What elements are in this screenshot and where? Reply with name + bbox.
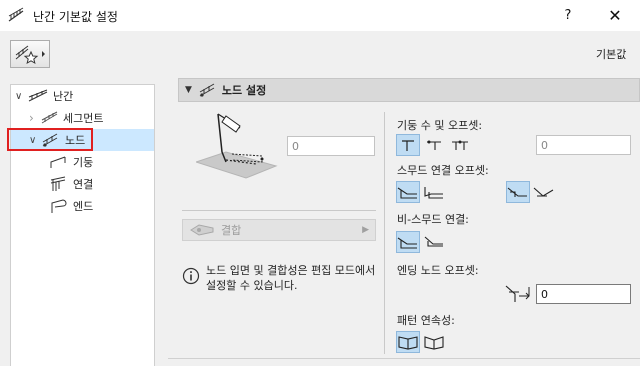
post-single-icon xyxy=(402,140,414,151)
pattern-continuity-label: 패턴 연속성: xyxy=(397,314,455,327)
tree-item-post[interactable]: 기둥 xyxy=(11,151,154,173)
pattern-continuous-icon xyxy=(398,336,418,350)
stair-slope-alt-icon xyxy=(533,187,554,197)
settings-tree: ∨ 난간 › 세그먼트 ∨ 노드 기둥 연결 엔드 xyxy=(10,84,155,366)
end-node-offset-icon xyxy=(505,285,530,302)
dropdown-arrow-icon: ▶ xyxy=(362,225,369,235)
tree-item-label: 기둥 xyxy=(73,156,94,169)
panel-header[interactable]: ▼ 노드 설정 xyxy=(178,78,640,102)
node-preview-diagram xyxy=(196,113,278,179)
post-icon xyxy=(50,156,66,168)
divider xyxy=(182,210,376,211)
tree-item-segment[interactable]: › 세그먼트 xyxy=(11,107,154,129)
end-node-offset-field[interactable]: 0 xyxy=(536,284,631,304)
tree-item-label: 연결 xyxy=(73,178,94,191)
column-divider xyxy=(384,112,385,354)
smooth-offset-option-1[interactable] xyxy=(396,181,420,203)
pattern-continuity-option-1[interactable] xyxy=(396,331,420,353)
expand-chevron-icon[interactable]: ∨ xyxy=(15,91,27,102)
tree-item-connection[interactable]: 연결 xyxy=(11,173,154,195)
info-icon xyxy=(182,267,200,285)
end-icon xyxy=(51,199,67,213)
pattern-reset-icon xyxy=(424,336,444,350)
post-offset-icon xyxy=(427,140,441,150)
favorites-star-icon xyxy=(15,45,45,65)
railing-icon xyxy=(28,89,48,102)
smooth-connection-offset-label: 스무드 연결 오프셋: xyxy=(397,164,489,177)
non-smooth-option-2[interactable] xyxy=(422,231,446,253)
stair-slope-icon xyxy=(507,187,527,197)
post-offset-option-1[interactable] xyxy=(396,134,420,156)
info-text: 노드 입면 및 결합성은 편집 모드에서 설정할 수 있습니다. xyxy=(206,264,376,292)
stair-break-alt-icon xyxy=(424,236,443,247)
smooth-offset-option-2[interactable] xyxy=(422,181,446,203)
smooth-offset-option-3[interactable] xyxy=(506,181,530,203)
post-offset-label: 기둥 수 및 오프셋: xyxy=(397,119,483,132)
join-icon xyxy=(190,224,214,236)
defaults-label: 기본값 xyxy=(596,48,627,61)
close-button[interactable]: ✕ xyxy=(592,0,638,31)
tree-item-end[interactable]: 엔드 xyxy=(11,195,154,217)
node-offset-field[interactable]: 0 xyxy=(287,136,375,156)
collapse-triangle-icon[interactable]: ▼ xyxy=(185,85,192,95)
non-smooth-connection-label: 비-스무드 연결: xyxy=(397,213,469,226)
railing-app-icon xyxy=(8,7,24,22)
post-offset-option-2[interactable] xyxy=(422,134,446,156)
non-smooth-option-1[interactable] xyxy=(396,231,420,253)
panel-title: 노드 설정 xyxy=(221,84,267,97)
tree-item-label: 엔드 xyxy=(73,200,94,213)
stair-connect-alt-icon xyxy=(424,187,443,199)
favorites-button[interactable] xyxy=(10,40,50,68)
smooth-offset-option-4[interactable] xyxy=(532,181,556,203)
join-dropdown-label: 결합 xyxy=(221,224,242,237)
panel-bottom-border xyxy=(168,358,640,359)
tree-item-railing[interactable]: ∨ 난간 xyxy=(11,85,154,107)
node-icon xyxy=(199,83,215,97)
post-double-offset-icon xyxy=(452,140,468,150)
tree-item-label: 난간 xyxy=(53,90,74,103)
expand-chevron-icon[interactable]: › xyxy=(29,111,41,125)
stair-connect-icon xyxy=(397,187,417,199)
segment-icon xyxy=(41,111,58,124)
end-node-offset-label: 엔딩 노드 오프셋: xyxy=(397,264,479,277)
help-button[interactable]: ? xyxy=(545,0,591,31)
join-dropdown[interactable]: 결합 ▶ xyxy=(182,219,376,241)
stair-break-icon xyxy=(397,237,417,249)
connection-icon xyxy=(50,176,66,191)
tree-item-label: 세그먼트 xyxy=(63,112,104,125)
post-offset-option-3[interactable] xyxy=(448,134,472,156)
selection-highlight-box xyxy=(7,128,93,151)
pattern-continuity-option-2[interactable] xyxy=(422,331,446,353)
post-offset-field[interactable]: 0 xyxy=(536,135,631,155)
window-title: 난간 기본값 설정 xyxy=(33,10,118,24)
